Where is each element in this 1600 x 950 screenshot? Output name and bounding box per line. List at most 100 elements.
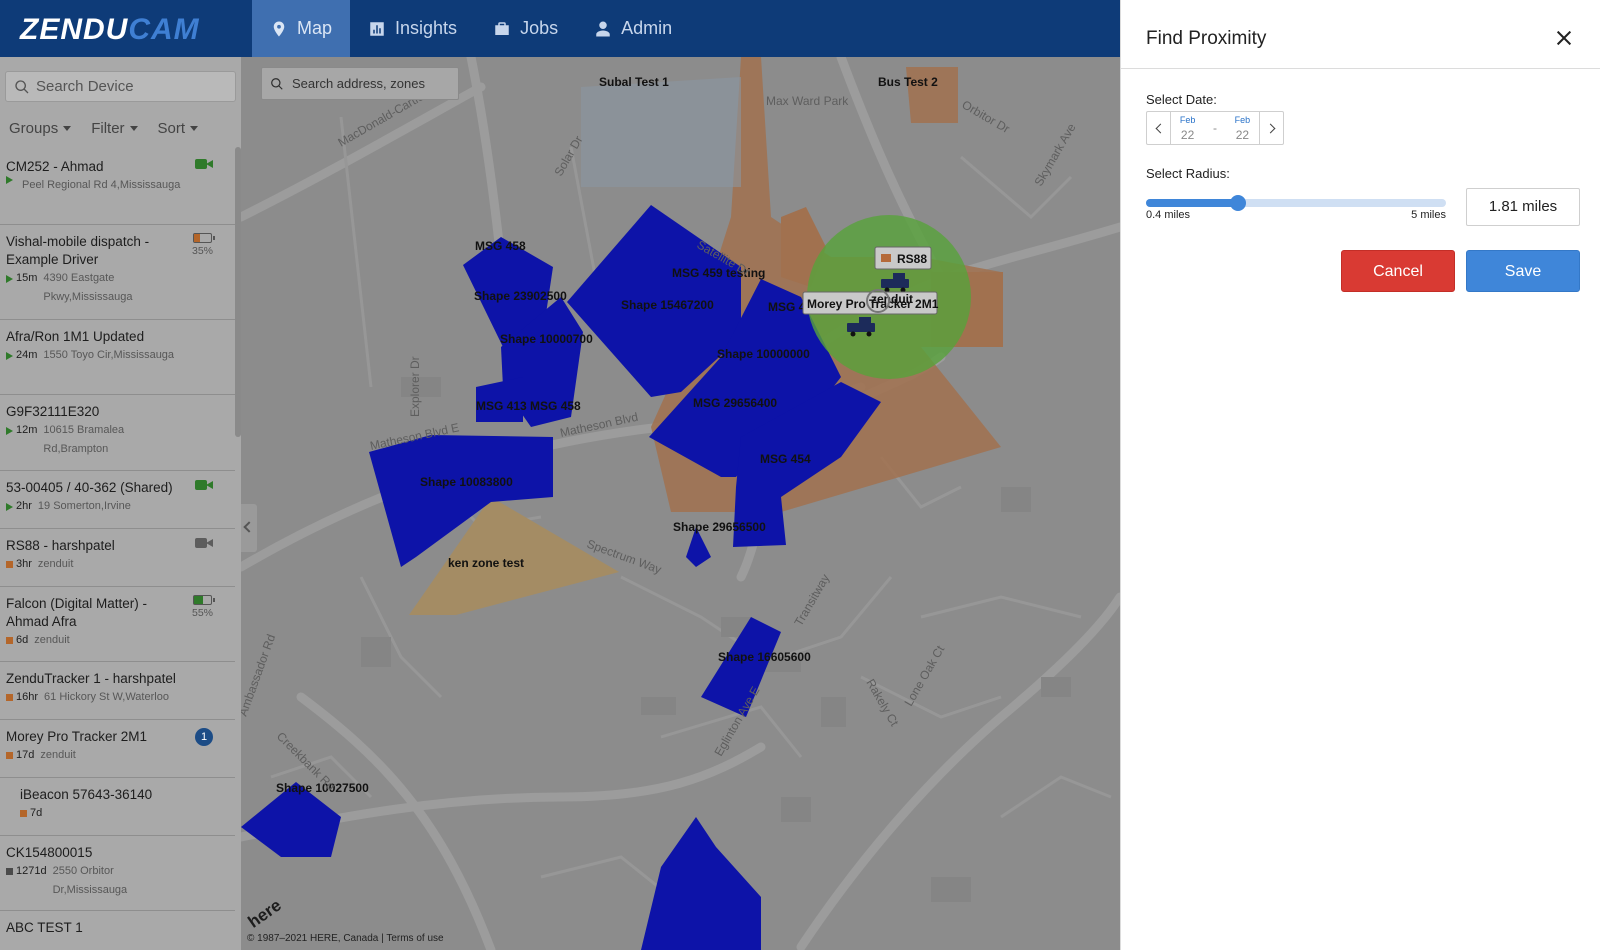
map-layer: Subal Test 1 Bus Test 2 MSG 458 MSG 459 … [241,57,1120,950]
device-address: Peel Regional Rd 4,Mississauga [22,179,181,191]
select-radius-label: Select Radius: [1146,166,1230,181]
nav-tab-admin[interactable]: Admin [576,0,690,57]
map-attribution[interactable]: © 1987–2021 HERE, Canada | Terms of use [247,933,444,944]
search-icon [15,79,29,93]
map-search-input[interactable]: Search address, zones [261,67,459,100]
find-proximity-panel: Find Proximity Select Date: Feb 22 - Feb… [1120,0,1600,950]
chevron-left-icon [1155,123,1165,133]
vehicle-marker-rs88[interactable]: RS88 [874,246,932,270]
zone-label: Shape 10000700 [500,332,593,346]
device-name: CK154800015 [6,845,93,860]
zone-label: MSG 458 [475,239,526,253]
search-icon [271,77,283,90]
device-list-item[interactable]: 53-00405 / 40-362 (Shared) 2hr 19 Somerto… [0,471,235,529]
radius-min-label: 0.4 miles [1146,209,1191,221]
moving-status-icon [6,502,13,511]
device-list-item[interactable]: CK154800015 1271d 2550 Orbitor Dr,Mississ… [0,836,235,911]
camera-icon [195,158,213,170]
next-date-button[interactable] [1259,112,1283,144]
battery-percent: 35% [191,245,213,257]
device-address: 10615 Bramalea Rd,Brampton [43,424,125,455]
device-address: zenduit [40,749,76,761]
start-date[interactable]: Feb 22 [1180,115,1196,141]
zone-label: Shape 29656500 [673,520,766,534]
device-name: ABC TEST 1 [6,920,83,935]
chevron-down-icon [190,126,199,131]
cancel-button[interactable]: Cancel [1341,250,1455,292]
device-list-item[interactable]: Vishal-mobile dispatch - Example Driver … [0,225,235,320]
device-address: 1550 Toyo Cir,Mississauga [43,349,175,361]
road-label: Max Ward Park [766,94,849,108]
map-canvas[interactable]: Subal Test 1 Bus Test 2 MSG 458 MSG 459 … [241,57,1120,950]
zone-subal-test-1 [581,77,741,187]
map-pin-icon [273,21,285,36]
groups-dropdown[interactable]: Groups [9,120,72,137]
road-label: Orbitor Dr [960,97,1013,135]
select-date-label: Select Date: [1146,92,1217,107]
device-address: zenduit [37,558,74,570]
device-list: CM252 - Ahmad Peel Regional Rd 4,Mississ… [0,150,235,950]
nav-tab-insights[interactable]: Insights [350,0,475,57]
road-label: Rakely Ct [863,677,901,730]
vehicle-marker-zenduit[interactable]: zenduit [871,292,913,306]
briefcase-icon [495,21,509,35]
device-filter-bar: Groups Filter Sort [9,120,199,137]
device-list-item[interactable]: RS88 - harshpatel 3hr zenduit [0,529,235,587]
save-button[interactable]: Save [1466,250,1580,292]
top-navigation-bar: ZENDUCAM Map Insights Jobs Admin [0,0,1120,57]
zenducam-logo[interactable]: ZENDUCAM [20,13,200,47]
moving-status-icon [6,274,13,283]
device-address: 19 Somerton,Irvine [37,500,131,512]
previous-date-button[interactable] [1147,112,1171,144]
nav-tab-jobs[interactable]: Jobs [475,0,576,57]
collapse-sidebar-button[interactable] [241,504,257,552]
battery-icon [192,595,215,605]
device-address: zenduit [34,634,70,646]
road-label: Lone Oak Ct [901,643,947,709]
camera-icon [195,479,213,491]
zone-label: Shape 10000000 [717,347,810,361]
bar-chart-icon [370,21,384,36]
nav-tab-map[interactable]: Map [252,0,351,57]
device-list-item[interactable]: Morey Pro Tracker 2M1 17d zenduit 1 [0,720,235,778]
device-list-item[interactable]: G9F32111E320 12m 10615 Bramalea Rd,Brampt… [0,395,235,471]
date-range-picker[interactable]: Feb 22 - Feb 22 [1146,111,1284,145]
camera-icon [881,254,891,262]
road-label: Explorer Dr [408,356,422,417]
zone-label: MSG 454 [760,452,811,466]
offline-status-icon [6,868,13,875]
road-label: Ambassador Rd [241,632,278,718]
sort-dropdown[interactable]: Sort [158,120,199,137]
device-list-item[interactable]: Afra/Ron 1M1 Updated 24m 1550 Toyo Cir,Mi… [0,320,235,395]
stopped-status-icon [6,694,13,701]
radius-value-input[interactable]: 1.81 miles [1466,188,1580,226]
filter-dropdown[interactable]: Filter [91,120,138,137]
zone-label: MSG 29656400 [693,396,777,410]
device-list-item[interactable]: CM252 - Ahmad Peel Regional Rd 4,Mississ… [0,150,235,225]
moving-status-icon [6,176,13,184]
panel-title: Find Proximity [1146,28,1267,49]
moving-status-icon [6,351,13,360]
svg-text:RS88: RS88 [897,252,927,266]
device-list-item[interactable]: iBeacon 57643-36140 7d [0,778,235,836]
radius-slider[interactable] [1146,195,1446,211]
device-list-item[interactable]: ZenduTracker 1 - harshpatel 16hr 61 Hicko… [0,662,235,720]
radius-slider-thumb[interactable] [1229,195,1246,211]
device-search-input[interactable]: Search Device [5,71,236,102]
device-name: G9F32111E320 [6,404,100,419]
end-date[interactable]: Feb 22 [1235,115,1251,141]
user-icon [596,21,610,36]
device-name: Afra/Ron 1M1 Updated [6,329,145,344]
zone-label: Shape 16605600 [718,650,811,664]
close-icon[interactable] [1556,30,1572,46]
radius-max-label: 5 miles [1411,209,1446,221]
road-label: Solar Dr [551,133,585,178]
device-list-item[interactable]: Falcon (Digital Matter) - Ahmad Afra 6d z… [0,587,235,662]
chevron-right-icon [1265,123,1275,133]
zone-label: Subal Test 1 [599,75,669,89]
device-list-item[interactable]: ABC TEST 1 [0,911,235,950]
chevron-down-icon [129,126,138,131]
chevron-down-icon [63,126,72,131]
notification-badge[interactable]: 1 [195,728,213,746]
zone-label: Shape 10083800 [420,475,513,489]
